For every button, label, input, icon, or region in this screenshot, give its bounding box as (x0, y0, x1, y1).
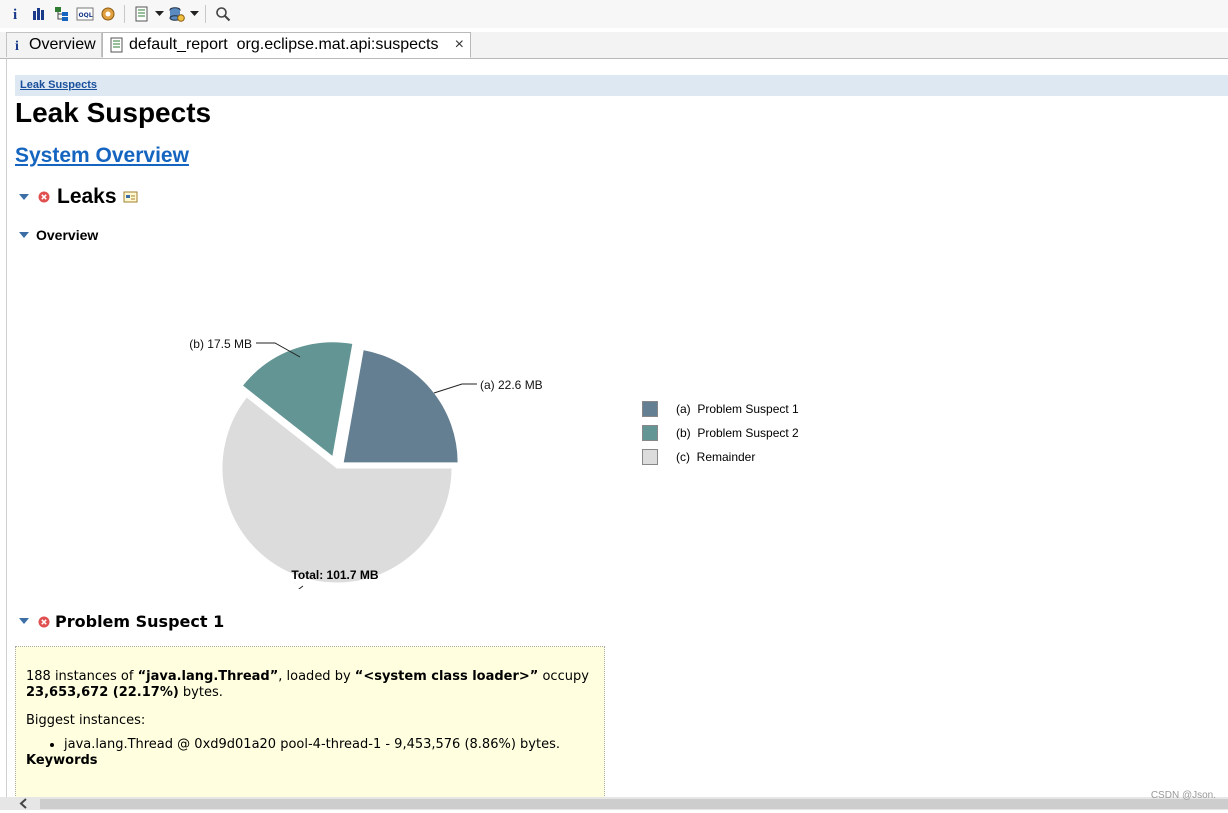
toolbar-separator (124, 5, 125, 23)
suspect-description-box: 188 instances of “java.lang.Thread”, loa… (15, 646, 605, 797)
scrollbar-thumb[interactable] (40, 799, 1228, 809)
pie-data-label: (a) 22.6 MB (480, 378, 543, 392)
system-overview-link[interactable]: System Overview (15, 144, 189, 168)
legend-swatch (642, 425, 658, 441)
report-content: Leak Suspects Leak Suspects System Overv… (6, 59, 1228, 797)
error-icon (38, 191, 50, 203)
suspect-class-loader: “<system class loader>” (354, 669, 539, 684)
problem-suspect-1-header[interactable]: Problem Suspect 1 (17, 612, 224, 631)
info-icon[interactable]: i (4, 3, 27, 25)
problem-suspect-heading: Problem Suspect 1 (55, 612, 225, 631)
pie-slice-a (342, 349, 459, 464)
legend-label: (b) Problem Suspect 2 (676, 426, 799, 440)
details-icon[interactable] (123, 190, 138, 204)
tab-overview[interactable]: i Overview (6, 32, 102, 57)
breadcrumb-link-leak-suspects[interactable]: Leak Suspects (20, 79, 97, 91)
suspect-class-name: “java.lang.Thread” (137, 669, 279, 684)
suspect-bytes-suffix: bytes. (178, 685, 223, 700)
main-toolbar: i OQL (0, 0, 1228, 28)
keywords-heading: Keywords (26, 753, 98, 768)
svg-text:i: i (13, 7, 17, 22)
expand-twisty-icon[interactable] (17, 231, 31, 239)
biggest-instances-label: Biggest instances: (26, 713, 146, 728)
expand-twisty-icon[interactable] (17, 618, 31, 625)
pie-leader-line (298, 585, 304, 589)
report-icon (109, 37, 125, 53)
overview-heading: Overview (36, 227, 99, 243)
toolbar-separator (205, 5, 206, 23)
suspect-bytes-value: 23,653,672 (22.17%) (26, 685, 179, 700)
legend-swatch (642, 449, 658, 465)
suspect-loaded-by-text: , loaded by (278, 669, 355, 684)
reports-dropdown-icon[interactable] (153, 3, 165, 25)
leaks-section-header[interactable]: Leaks (17, 185, 138, 209)
page-title: Leak Suspects (15, 97, 212, 128)
close-icon[interactable]: × (455, 36, 464, 54)
oql-icon[interactable]: OQL (73, 3, 96, 25)
tab-label: Overview (29, 36, 96, 53)
horizontal-scrollbar[interactable] (0, 797, 1228, 810)
histogram-icon[interactable] (27, 3, 50, 25)
pie-data-label: (b) 17.5 MB (189, 337, 252, 351)
legend-label: (c) Remainder (676, 450, 756, 464)
list-item[interactable]: java.lang.Thread @ 0xd9d01a20 pool-4-thr… (64, 737, 604, 753)
chart-total-label: Total: 101.7 MB (291, 568, 378, 582)
editor-tab-bar: i Overview default_report org.eclipse.ma… (0, 32, 1228, 59)
legend-swatch (642, 401, 658, 417)
query-browser-icon[interactable] (165, 3, 188, 25)
legend-item: (c) Remainder (642, 445, 799, 469)
thread-overview-icon[interactable] (96, 3, 119, 25)
svg-text:OQL: OQL (78, 12, 92, 19)
scroll-left-icon[interactable] (18, 797, 28, 813)
suspect-summary: 188 instances of “java.lang.Thread”, loa… (26, 669, 604, 701)
overview-section-header[interactable]: Overview (17, 227, 98, 243)
search-icon[interactable] (211, 3, 234, 25)
error-icon (38, 616, 50, 628)
suspect-occupy-text: occupy (538, 669, 589, 684)
breadcrumb: Leak Suspects (15, 75, 1228, 96)
pie-leader-line (433, 383, 477, 394)
leak-suspects-pie-chart: (a) 22.6 MB(b) 17.5 MB(c) 61.7 MB Total:… (189, 337, 543, 589)
info-icon: i (13, 38, 23, 52)
biggest-instances-list: java.lang.Thread @ 0xd9d01a20 pool-4-thr… (26, 737, 604, 753)
tab-default-report[interactable]: default_report org.eclipse.mat.api:suspe… (102, 32, 471, 58)
legend-label: (a) Problem Suspect 1 (676, 402, 799, 416)
chart-legend: (a) Problem Suspect 1 (b) Problem Suspec… (642, 397, 799, 469)
legend-item: (b) Problem Suspect 2 (642, 421, 799, 445)
reports-icon[interactable] (130, 3, 153, 25)
dominator-tree-icon[interactable] (50, 3, 73, 25)
watermark: CSDN @Json. (1150, 790, 1216, 801)
suspect-count-text: 188 instances of (26, 669, 138, 684)
expand-twisty-icon[interactable] (17, 193, 31, 201)
query-browser-dropdown-icon[interactable] (188, 3, 200, 25)
tab-label: default_report org.eclipse.mat.api:suspe… (129, 36, 439, 53)
legend-item: (a) Problem Suspect 1 (642, 397, 799, 421)
leaks-heading: Leaks (57, 185, 117, 208)
svg-text:i: i (15, 39, 19, 52)
